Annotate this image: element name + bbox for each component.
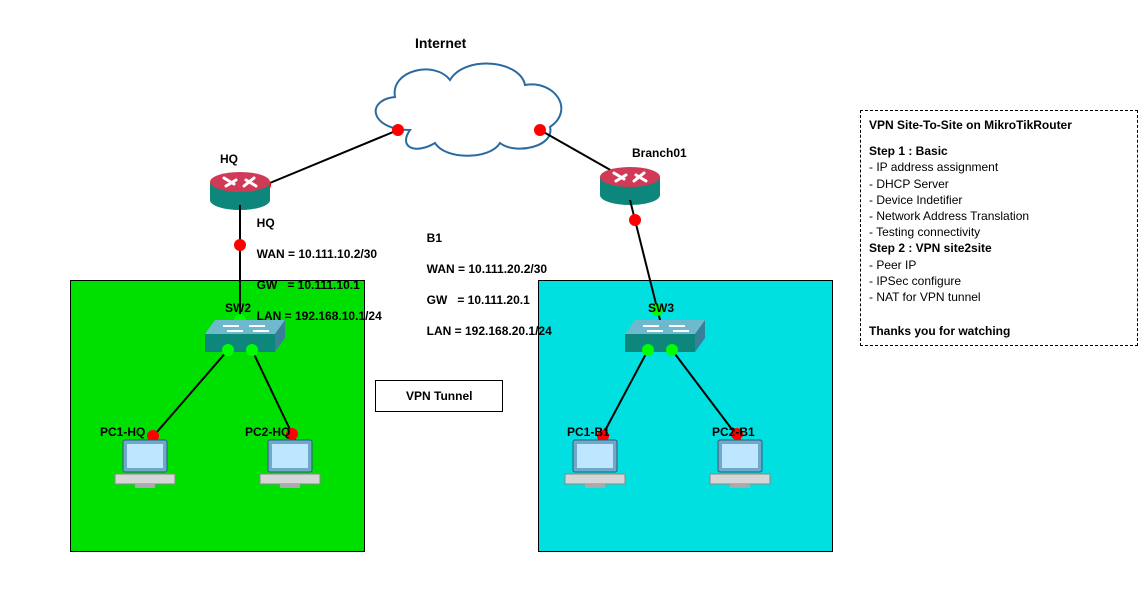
notes-s1e: - Testing connectivity [869,224,1129,240]
hq-cfg: HQ WAN = 10.111.10.2/30 GW = 10.111.10.1… [250,200,382,325]
notes-step2: Step 2 : VPN site2site [869,240,1129,256]
b1-router [600,167,660,205]
b1-pc2-label: PC2-B1 [712,425,755,441]
internet-cloud [376,64,562,156]
notes-thanks: Thanks you for watching [869,323,1129,339]
internet-label: Internet [415,34,466,52]
b1-cfg-title: B1 [427,231,442,245]
b1-pc1-label: PC1-B1 [567,425,610,441]
notes-step1: Step 1 : Basic [869,143,1129,159]
b1-lan-zone [538,280,833,552]
hq-pc2-label: PC2-HQ [245,425,290,441]
b1-switch-label: SW3 [648,301,674,317]
notes-s1b: - DHCP Server [869,176,1129,192]
hq-router-label: HQ [220,152,238,168]
hq-wan: WAN = 10.111.10.2/30 [257,247,377,261]
notes-s1c: - Device Indetifier [869,192,1129,208]
notes-s2c: - NAT for VPN tunnel [869,289,1129,305]
vpn-tunnel-box: VPN Tunnel [375,380,503,412]
vpn-tunnel-label: VPN Tunnel [406,389,472,403]
hq-gw: GW = 10.111.10.1 [257,278,360,292]
notes-s2a: - Peer IP [869,257,1129,273]
hq-lan: LAN = 192.168.10.1/24 [257,309,382,323]
notes-title: VPN Site-To-Site on MikroTikRouter [869,117,1129,133]
b1-router-label: Branch01 [632,146,687,162]
notes-s1a: - IP address assignment [869,159,1129,175]
b1-gw: GW = 10.111.20.1 [427,293,530,307]
b1-cfg: B1 WAN = 10.111.20.2/30 GW = 10.111.20.1… [420,215,552,340]
hq-pc1-label: PC1-HQ [100,425,145,441]
hq-switch-label: SW2 [225,301,251,317]
notes-s2b: - IPSec configure [869,273,1129,289]
hq-cfg-title: HQ [257,216,275,230]
notes-s1d: - Network Address Translation [869,208,1129,224]
notes-box: VPN Site-To-Site on MikroTikRouter Step … [860,110,1138,346]
b1-lan: LAN = 192.168.20.1/24 [427,324,552,338]
b1-wan: WAN = 10.111.20.2/30 [427,262,547,276]
